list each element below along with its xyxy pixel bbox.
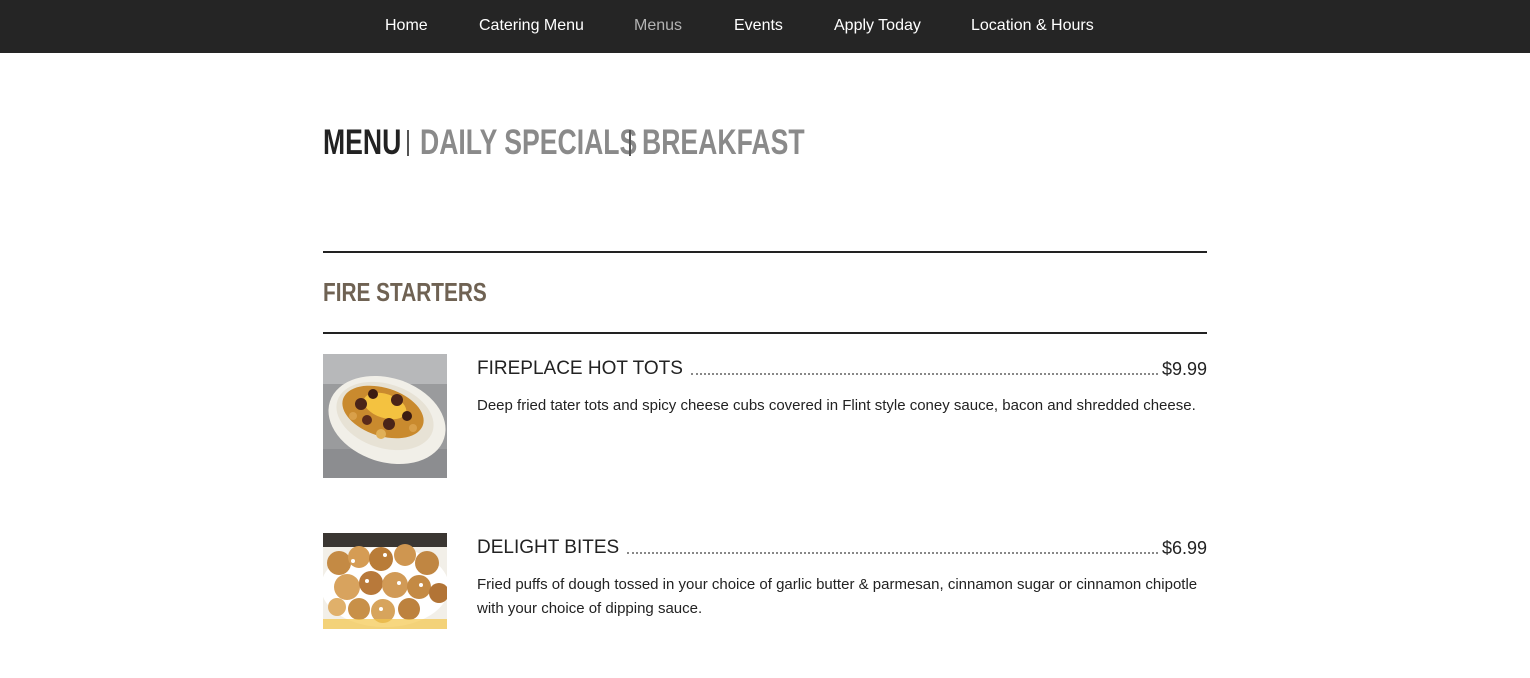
section-top-rule (323, 251, 1207, 253)
nav-location-hours-link[interactable]: Location & Hours (971, 16, 1094, 36)
section-bottom-rule (323, 332, 1207, 334)
tab-breakfast[interactable]: BREAKFAST (642, 122, 805, 164)
nav-home-link[interactable]: Home (385, 16, 428, 36)
nav-apply-today-link[interactable]: Apply Today (834, 16, 921, 36)
item-name: FIREPLACE HOT TOTS (477, 358, 683, 379)
dot-leader (627, 552, 1158, 554)
nav-menus-link[interactable]: Menus (634, 16, 682, 36)
nav-events-link[interactable]: Events (734, 16, 783, 36)
menu-item: FIREPLACE HOT TOTS $9.99 Deep fried tate… (323, 354, 1207, 478)
dot-leader (690, 373, 1158, 375)
item-description: Deep fried tater tots and spicy cheese c… (477, 397, 1196, 414)
tab-daily-specials[interactable]: DAILY SPECIALS (420, 122, 637, 164)
nav-catering-menu-link[interactable]: Catering Menu (479, 16, 584, 36)
item-price: $6.99 (1161, 538, 1207, 558)
tab-menu[interactable]: MENU (323, 122, 401, 164)
top-navigation: Home Catering Menu Menus Events Apply To… (0, 0, 1530, 53)
item-header: FIREPLACE HOT TOTS $9.99 (477, 357, 1207, 381)
hot-tots-photo[interactable] (323, 354, 447, 478)
item-name: DELIGHT BITES (477, 537, 620, 558)
section-title: FIRE STARTERS (323, 277, 487, 307)
item-description: Fried puffs of dough tossed in your choi… (477, 576, 1198, 617)
delight-bites-photo[interactable] (323, 533, 447, 629)
item-price: $9.99 (1161, 359, 1207, 379)
item-header: DELIGHT BITES $6.99 (477, 536, 1207, 560)
tab-separator (407, 130, 409, 156)
menu-item: DELIGHT BITES $6.99 Fried puffs of dough… (323, 533, 1207, 629)
tab-separator (629, 130, 631, 156)
